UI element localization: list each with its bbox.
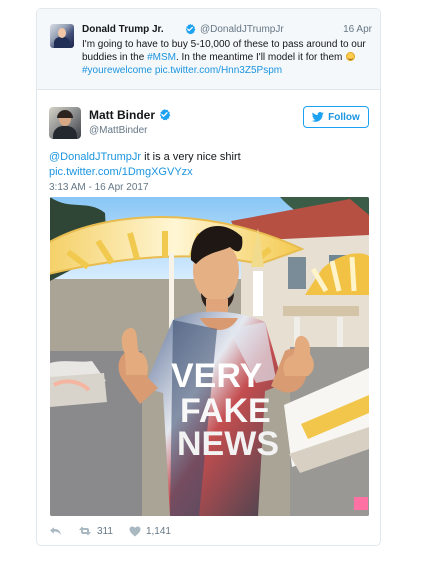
shirt-text-very: VERY: [171, 357, 263, 395]
main-tweet-mention[interactable]: @DonaldJTrumpJr: [49, 151, 141, 163]
main-author-avatar[interactable]: [49, 107, 81, 139]
main-tweet-message: it is a very nice shirt: [141, 151, 241, 163]
tweet-card: Donald Trump Jr. @DonaldJTrumpJr 16 Apr …: [36, 8, 381, 546]
tweet-photo[interactable]: VERY FAKE NEWS: [50, 197, 369, 516]
quoted-avatar-shirt: [54, 37, 70, 48]
quoted-tweet-date[interactable]: 16 Apr: [343, 24, 372, 35]
quoted-author-name[interactable]: Donald Trump Jr.: [82, 24, 164, 35]
twitter-bird-icon: [312, 112, 324, 122]
pink-object: [354, 497, 368, 510]
quoted-avatar-face: [58, 28, 66, 38]
quoted-tweet-hashtag-msm[interactable]: #MSM: [147, 52, 176, 63]
retweet-button[interactable]: 311: [78, 525, 113, 537]
lounger-cushion-left: [50, 373, 107, 407]
heart-icon: [129, 526, 141, 536]
main-avatar-hair: [57, 110, 73, 118]
quoted-tweet-text: I'm going to have to buy 5-10,000 of the…: [82, 38, 366, 77]
reply-icon: [50, 527, 61, 535]
retweet-icon: [79, 526, 91, 536]
quoted-author-avatar[interactable]: [50, 24, 74, 48]
verified-badge-icon: [185, 23, 196, 35]
quoted-tweet-photo-link[interactable]: pic.twitter.com/Hnn3Z5Pspm: [155, 65, 282, 76]
main-tweet-text: @DonaldJTrumpJr it is a very nice shirt …: [49, 150, 369, 180]
closed-umbrella: [253, 271, 263, 316]
shirt-text-news: NEWS: [177, 425, 279, 463]
quoted-tweet[interactable]: Donald Trump Jr. @DonaldJTrumpJr 16 Apr …: [37, 9, 380, 90]
quoted-tweet-hashtag-yourewelcome[interactable]: #yourewelcome: [82, 65, 152, 76]
follow-button[interactable]: Follow: [303, 106, 369, 128]
tweet-photo-scene: VERY FAKE NEWS: [50, 197, 369, 516]
like-count: 1,141: [145, 525, 171, 537]
quoted-author-handle[interactable]: @DonaldJTrumpJr: [200, 24, 284, 35]
like-button[interactable]: 1,141: [129, 526, 171, 537]
quoted-tweet-text-part-2: . In the meantime I'll model it for them: [175, 52, 346, 63]
retweet-count: 311: [97, 525, 113, 537]
follow-button-label: Follow: [328, 111, 360, 123]
tweet-timestamp[interactable]: 3:13 AM - 16 Apr 2017: [49, 182, 149, 193]
main-author-name[interactable]: Matt Binder: [89, 108, 155, 122]
smiling-sweat-emoji-icon: [346, 52, 356, 61]
villa-window: [288, 257, 306, 289]
verified-badge-icon: [159, 108, 171, 121]
tweet-actions: 311 1,141: [49, 523, 187, 539]
reply-button[interactable]: [49, 525, 62, 537]
main-tweet-photo-link[interactable]: pic.twitter.com/1DmgXGVYzx: [49, 166, 193, 178]
main-author-handle[interactable]: @MattBinder: [89, 125, 148, 136]
embedded-tweet-page: Donald Trump Jr. @DonaldJTrumpJr 16 Apr …: [0, 0, 429, 563]
villa-balcony: [283, 306, 359, 316]
main-avatar-body: [53, 126, 77, 139]
